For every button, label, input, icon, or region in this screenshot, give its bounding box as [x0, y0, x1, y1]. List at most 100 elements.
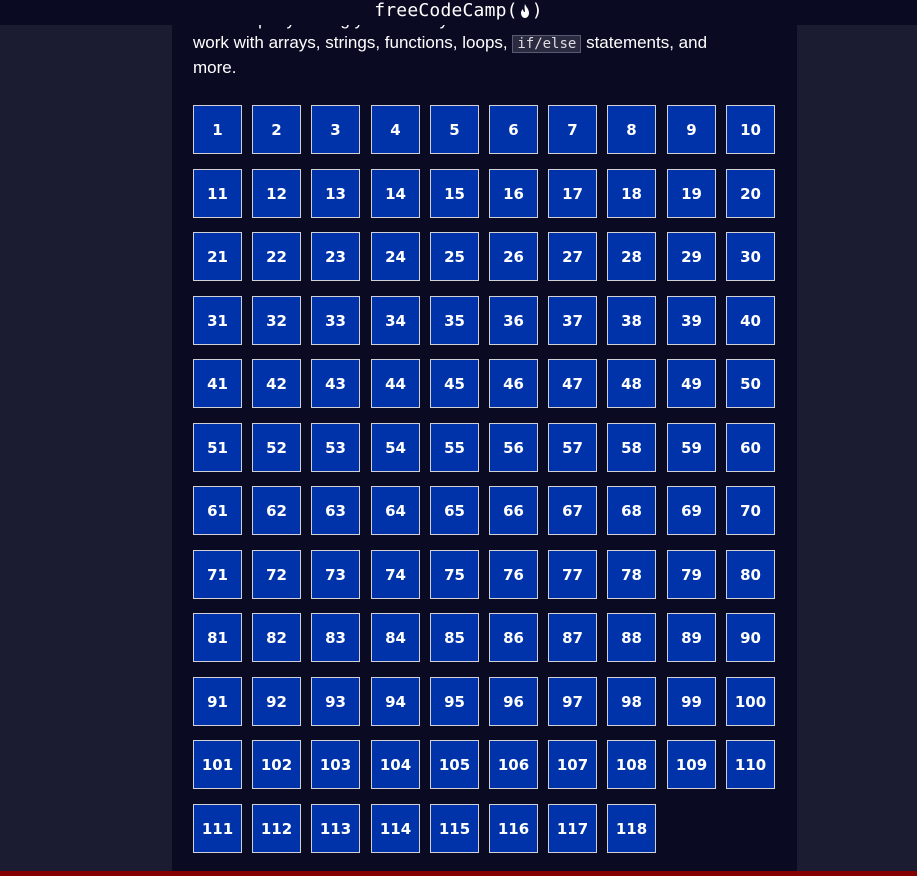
step-button[interactable]: 107 — [548, 740, 597, 789]
step-button[interactable]: 70 — [726, 486, 775, 535]
step-button[interactable]: 33 — [311, 296, 360, 345]
step-button[interactable]: 67 — [548, 486, 597, 535]
step-button[interactable]: 51 — [193, 423, 242, 472]
step-button[interactable]: 49 — [667, 359, 716, 408]
step-button[interactable]: 106 — [489, 740, 538, 789]
step-button[interactable]: 91 — [193, 677, 242, 726]
step-button[interactable]: 30 — [726, 232, 775, 281]
step-button[interactable]: 98 — [607, 677, 656, 726]
step-button[interactable]: 10 — [726, 105, 775, 154]
step-button[interactable]: 16 — [489, 169, 538, 218]
step-button[interactable]: 1 — [193, 105, 242, 154]
step-button[interactable]: 44 — [371, 359, 420, 408]
step-button[interactable]: 83 — [311, 613, 360, 662]
step-button[interactable]: 6 — [489, 105, 538, 154]
step-button[interactable]: 73 — [311, 550, 360, 599]
step-button[interactable]: 94 — [371, 677, 420, 726]
step-button[interactable]: 86 — [489, 613, 538, 662]
freecodecamp-logo[interactable]: freeCodeCamp( ) — [374, 1, 543, 20]
step-button[interactable]: 15 — [430, 169, 479, 218]
step-button[interactable]: 72 — [252, 550, 301, 599]
step-button[interactable]: 9 — [667, 105, 716, 154]
step-button[interactable]: 74 — [371, 550, 420, 599]
step-button[interactable]: 56 — [489, 423, 538, 472]
step-button[interactable]: 84 — [371, 613, 420, 662]
step-button[interactable]: 105 — [430, 740, 479, 789]
step-button[interactable]: 97 — [548, 677, 597, 726]
step-button[interactable]: 61 — [193, 486, 242, 535]
step-button[interactable]: 28 — [607, 232, 656, 281]
step-button[interactable]: 38 — [607, 296, 656, 345]
step-button[interactable]: 12 — [252, 169, 301, 218]
step-button[interactable]: 5 — [430, 105, 479, 154]
step-button[interactable]: 60 — [726, 423, 775, 472]
step-button[interactable]: 48 — [607, 359, 656, 408]
step-button[interactable]: 65 — [430, 486, 479, 535]
step-button[interactable]: 100 — [726, 677, 775, 726]
step-button[interactable]: 95 — [430, 677, 479, 726]
step-button[interactable]: 64 — [371, 486, 420, 535]
step-button[interactable]: 77 — [548, 550, 597, 599]
step-button[interactable]: 99 — [667, 677, 716, 726]
step-button[interactable]: 109 — [667, 740, 716, 789]
step-button[interactable]: 50 — [726, 359, 775, 408]
step-button[interactable]: 104 — [371, 740, 420, 789]
step-button[interactable]: 80 — [726, 550, 775, 599]
step-button[interactable]: 75 — [430, 550, 479, 599]
step-button[interactable]: 53 — [311, 423, 360, 472]
step-button[interactable]: 59 — [667, 423, 716, 472]
step-button[interactable]: 20 — [726, 169, 775, 218]
step-button[interactable]: 21 — [193, 232, 242, 281]
step-button[interactable]: 89 — [667, 613, 716, 662]
step-button[interactable]: 2 — [252, 105, 301, 154]
step-button[interactable]: 93 — [311, 677, 360, 726]
step-button[interactable]: 7 — [548, 105, 597, 154]
step-button[interactable]: 54 — [371, 423, 420, 472]
step-button[interactable]: 92 — [252, 677, 301, 726]
step-button[interactable]: 29 — [667, 232, 716, 281]
step-button[interactable]: 101 — [193, 740, 242, 789]
step-button[interactable]: 46 — [489, 359, 538, 408]
step-button[interactable]: 90 — [726, 613, 775, 662]
step-button[interactable]: 69 — [667, 486, 716, 535]
step-button[interactable]: 35 — [430, 296, 479, 345]
step-button[interactable]: 39 — [667, 296, 716, 345]
step-button[interactable]: 115 — [430, 804, 479, 853]
step-button[interactable]: 24 — [371, 232, 420, 281]
step-button[interactable]: 36 — [489, 296, 538, 345]
step-button[interactable]: 14 — [371, 169, 420, 218]
step-button[interactable]: 19 — [667, 169, 716, 218]
step-button[interactable]: 47 — [548, 359, 597, 408]
step-button[interactable]: 114 — [371, 804, 420, 853]
step-button[interactable]: 82 — [252, 613, 301, 662]
step-button[interactable]: 81 — [193, 613, 242, 662]
step-button[interactable]: 27 — [548, 232, 597, 281]
step-button[interactable]: 17 — [548, 169, 597, 218]
step-button[interactable]: 42 — [252, 359, 301, 408]
step-button[interactable]: 118 — [607, 804, 656, 853]
step-button[interactable]: 23 — [311, 232, 360, 281]
step-button[interactable]: 87 — [548, 613, 597, 662]
step-button[interactable]: 22 — [252, 232, 301, 281]
step-button[interactable]: 102 — [252, 740, 301, 789]
step-button[interactable]: 76 — [489, 550, 538, 599]
step-button[interactable]: 108 — [607, 740, 656, 789]
step-button[interactable]: 66 — [489, 486, 538, 535]
step-button[interactable]: 62 — [252, 486, 301, 535]
step-button[interactable]: 63 — [311, 486, 360, 535]
step-button[interactable]: 112 — [252, 804, 301, 853]
step-button[interactable]: 68 — [607, 486, 656, 535]
step-button[interactable]: 37 — [548, 296, 597, 345]
step-button[interactable]: 11 — [193, 169, 242, 218]
step-button[interactable]: 26 — [489, 232, 538, 281]
step-button[interactable]: 117 — [548, 804, 597, 853]
step-button[interactable]: 18 — [607, 169, 656, 218]
step-button[interactable]: 25 — [430, 232, 479, 281]
step-button[interactable]: 96 — [489, 677, 538, 726]
step-button[interactable]: 85 — [430, 613, 479, 662]
step-button[interactable]: 45 — [430, 359, 479, 408]
step-button[interactable]: 79 — [667, 550, 716, 599]
step-button[interactable]: 71 — [193, 550, 242, 599]
step-button[interactable]: 113 — [311, 804, 360, 853]
step-button[interactable]: 41 — [193, 359, 242, 408]
